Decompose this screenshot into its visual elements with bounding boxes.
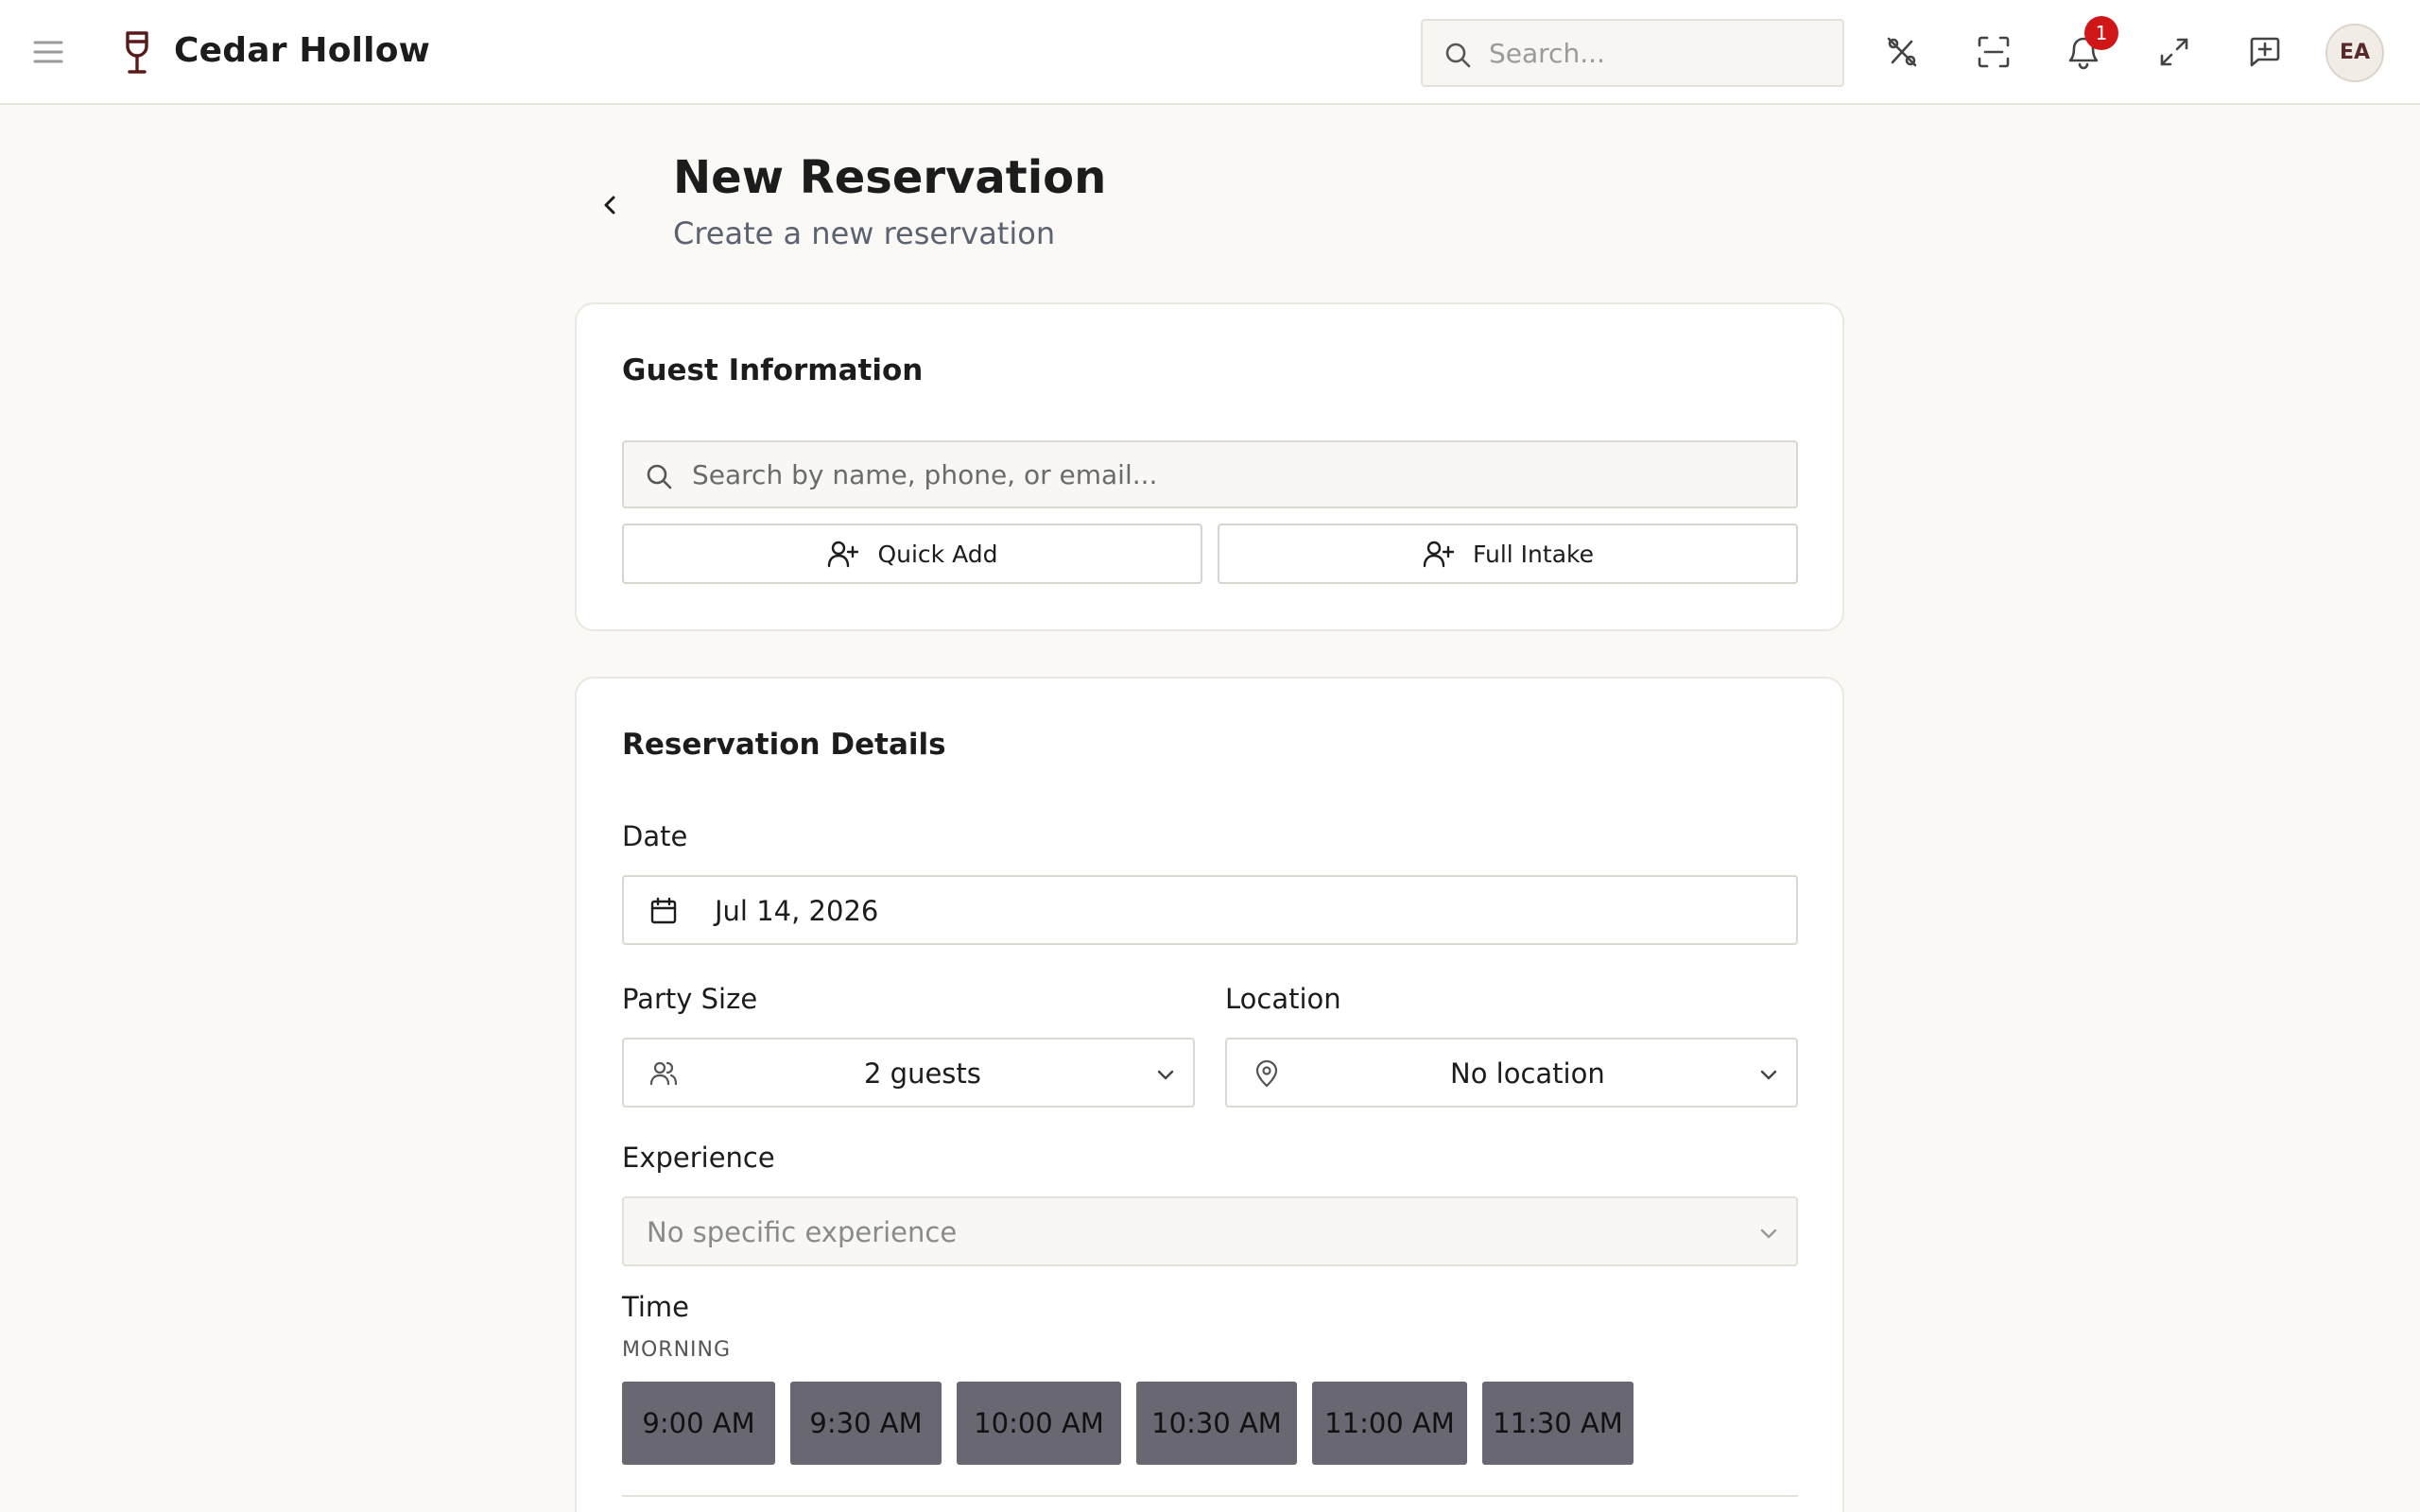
chevron-down-icon [1153, 1062, 1178, 1087]
date-value: Jul 14, 2026 [715, 895, 879, 927]
full-intake-label: Full Intake [1472, 540, 1594, 568]
divider [622, 1495, 1798, 1497]
party-size-label: Party Size [622, 983, 758, 1015]
time-label: Time [622, 1291, 689, 1323]
experience-value: No specific experience [647, 1216, 958, 1248]
notification-badge: 1 [2084, 16, 2118, 50]
user-plus-icon [1422, 538, 1454, 570]
search-icon [645, 462, 673, 490]
experience-select[interactable]: No specific experience [622, 1196, 1798, 1266]
scan-icon[interactable] [1975, 33, 2013, 71]
chevron-down-icon [1756, 1221, 1781, 1246]
global-search-input[interactable] [1489, 21, 1829, 85]
party-size-select[interactable]: 2 guests [622, 1038, 1195, 1108]
time-slot[interactable]: 10:30 AM [1136, 1382, 1297, 1465]
chevron-down-icon [1756, 1062, 1781, 1087]
time-slots: 9:00 AM 9:30 AM 10:00 AM 10:30 AM 11:00 … [622, 1382, 1634, 1465]
experience-label: Experience [622, 1142, 775, 1174]
page-subtitle: Create a new reservation [673, 215, 1056, 251]
location-select[interactable]: No location [1225, 1038, 1798, 1108]
menu-icon[interactable] [32, 36, 64, 68]
page-title: New Reservation [673, 151, 1107, 204]
time-slot[interactable]: 9:00 AM [622, 1382, 775, 1465]
user-avatar[interactable]: EA [2325, 24, 2384, 82]
global-search[interactable] [1421, 19, 1844, 87]
reservation-details-card: Reservation Details Date Jul 14, 2026 Pa… [575, 677, 1844, 1512]
party-size-value: 2 guests [864, 1057, 981, 1090]
reservation-details-title: Reservation Details [622, 728, 946, 762]
percent-slash-icon[interactable] [1883, 33, 1921, 71]
guest-information-card: Guest Information Quick Add Full Intake [575, 302, 1844, 631]
top-bar: Cedar Hollow 1 EA [0, 0, 2420, 105]
full-intake-button[interactable]: Full Intake [1218, 524, 1798, 584]
calendar-icon [648, 896, 679, 926]
search-icon [1443, 41, 1472, 69]
location-label: Location [1225, 983, 1341, 1015]
users-icon [648, 1058, 679, 1089]
guest-search-input[interactable] [692, 442, 1779, 507]
quick-add-label: Quick Add [877, 540, 998, 568]
time-slot[interactable]: 11:00 AM [1312, 1382, 1467, 1465]
user-plus-icon [826, 538, 859, 570]
time-slot[interactable]: 9:30 AM [790, 1382, 942, 1465]
map-pin-icon [1252, 1058, 1282, 1089]
back-button[interactable] [594, 189, 626, 221]
message-plus-icon[interactable] [2246, 33, 2284, 71]
quick-add-button[interactable]: Quick Add [622, 524, 1202, 584]
location-value: No location [1450, 1057, 1605, 1090]
expand-icon[interactable] [2155, 33, 2193, 71]
time-slot[interactable]: 10:00 AM [957, 1382, 1121, 1465]
time-slot[interactable]: 11:30 AM [1482, 1382, 1634, 1465]
app-name: Cedar Hollow [174, 31, 431, 70]
guest-search[interactable] [622, 440, 1798, 508]
guest-information-title: Guest Information [622, 353, 924, 387]
date-label: Date [622, 820, 688, 852]
wine-glass-icon [117, 30, 157, 76]
chevron-left-icon [604, 196, 615, 215]
date-picker[interactable]: Jul 14, 2026 [622, 875, 1798, 945]
morning-label: MORNING [622, 1338, 732, 1362]
